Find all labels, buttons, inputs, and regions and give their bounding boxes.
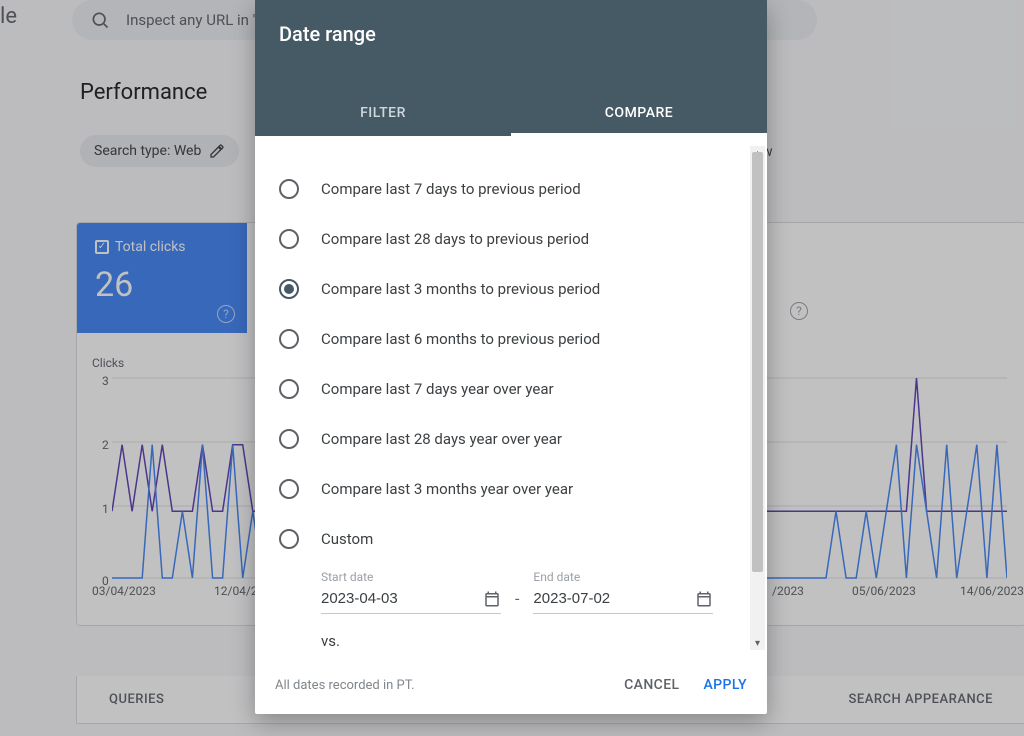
radio-icon xyxy=(279,429,299,449)
radio-label: Custom xyxy=(321,530,373,548)
compare-option[interactable]: Compare last 28 days year over year xyxy=(279,414,743,464)
radio-label: Compare last 3 months to previous period xyxy=(321,280,600,298)
scrollbar-thumb[interactable] xyxy=(752,152,763,572)
cancel-button[interactable]: CANCEL xyxy=(624,677,679,693)
start-date-field[interactable]: Start date xyxy=(321,570,501,614)
compare-option[interactable]: Compare last 7 days year over year xyxy=(279,364,743,414)
compare-option[interactable]: Compare last 6 months to previous period xyxy=(279,314,743,364)
radio-label: Compare last 28 days year over year xyxy=(321,430,562,448)
radio-icon xyxy=(279,379,299,399)
compare-option[interactable]: Compare last 3 months year over year xyxy=(279,464,743,514)
field-label: End date xyxy=(533,570,713,584)
radio-label: Compare last 7 days year over year xyxy=(321,380,554,398)
end-date-input[interactable] xyxy=(533,584,713,614)
radio-icon xyxy=(279,179,299,199)
radio-icon xyxy=(279,529,299,549)
tab-filter[interactable]: FILTER xyxy=(255,90,511,136)
dash: - xyxy=(515,589,519,614)
radio-icon xyxy=(279,229,299,249)
radio-label: Compare last 6 months to previous period xyxy=(321,330,600,348)
calendar-icon xyxy=(695,590,713,608)
radio-icon xyxy=(279,329,299,349)
date-range-modal: Date range FILTER COMPARE ▴ ▾ Compare la… xyxy=(255,0,767,714)
modal-title: Date range xyxy=(255,0,767,46)
radio-label: Compare last 28 days to previous period xyxy=(321,230,589,248)
scrollbar[interactable]: ▴ ▾ xyxy=(750,146,765,650)
compare-option[interactable]: Compare last 28 days to previous period xyxy=(279,214,743,264)
apply-button[interactable]: APPLY xyxy=(703,677,747,693)
radio-label: Compare last 3 months year over year xyxy=(321,480,573,498)
radio-label: Compare last 7 days to previous period xyxy=(321,180,581,198)
tab-compare[interactable]: COMPARE xyxy=(511,90,767,136)
end-date-field[interactable]: End date xyxy=(533,570,713,614)
start-date-input[interactable] xyxy=(321,584,501,614)
compare-option[interactable]: Compare last 7 days to previous period xyxy=(279,164,743,214)
field-label: Start date xyxy=(321,570,501,584)
footer-note: All dates recorded in PT. xyxy=(275,678,415,693)
radio-icon xyxy=(279,479,299,499)
calendar-icon xyxy=(483,590,501,608)
radio-icon xyxy=(279,279,299,299)
compare-option[interactable]: Compare last 3 months to previous period xyxy=(279,264,743,314)
compare-option[interactable]: Custom xyxy=(279,514,743,564)
vs-label: vs. xyxy=(321,632,743,650)
scroll-down-icon[interactable]: ▾ xyxy=(750,636,765,650)
